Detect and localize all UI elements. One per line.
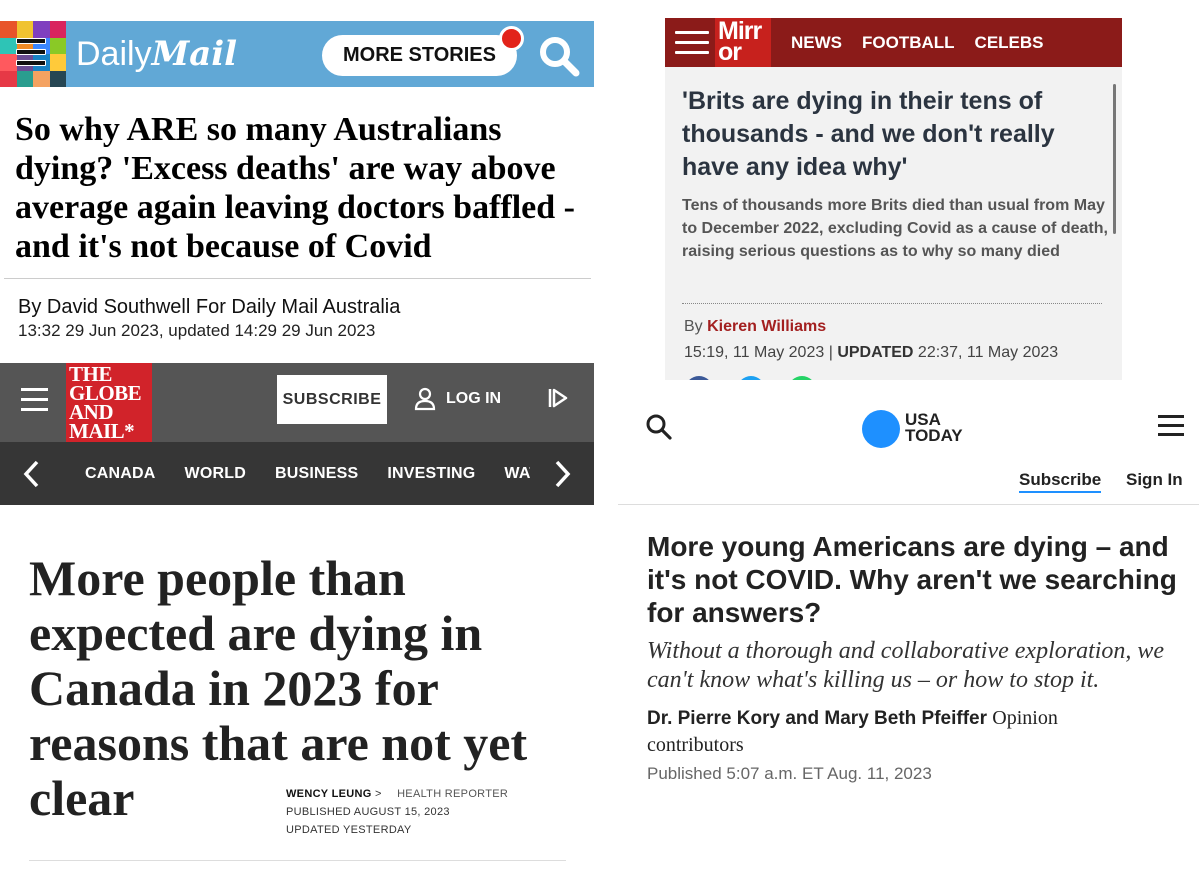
logo-line-2: or — [718, 38, 742, 66]
author-names[interactable]: Dr. Pierre Kory and Mary Beth Pfeiffer — [647, 708, 987, 729]
nav-item-watchlist[interactable]: WATCHL — [504, 465, 530, 483]
article-standfirst: Tens of thousands more Brits died than u… — [682, 197, 1108, 260]
article-meta: WENCY LEUNG > HEALTH REPORTER PUBLISHED … — [286, 785, 508, 839]
article-byline: Dr. Pierre Kory and Mary Beth Pfeiffer O… — [647, 705, 1147, 759]
article-byline: By David Southwell For Daily Mail Austra… — [18, 296, 401, 318]
nav-item-football[interactable]: FOOTBALL — [862, 33, 955, 53]
article-headline: 'Brits are dying in their tens of thousa… — [682, 87, 1055, 181]
published-date: PUBLISHED AUGUST 15, 2023 — [286, 806, 450, 818]
logo-line-2: TODAY — [905, 426, 963, 445]
article-dates: 15:19, 11 May 2023 | UPDATED 22:37, 11 M… — [684, 344, 1058, 362]
author-role: HEALTH REPORTER — [397, 788, 509, 800]
search-icon[interactable] — [646, 414, 672, 440]
nav-item-investing[interactable]: INVESTING — [387, 465, 475, 483]
subscribe-button[interactable]: SUBSCRIBE — [277, 375, 387, 424]
usa-today-article: USA TODAY Subscribe Sign In More young A… — [618, 388, 1199, 871]
more-stories-button[interactable]: MORE STORIES — [322, 35, 517, 76]
published-time: 15:19, 11 May 2023 — [684, 344, 825, 361]
login-button[interactable]: LOG IN — [414, 385, 501, 413]
search-icon[interactable] — [537, 34, 581, 78]
subscribe-link[interactable]: Subscribe — [1019, 470, 1102, 493]
daily-mail-article: DailyMail MORE STORIES So why ARE so man… — [0, 0, 594, 363]
nav-item-world[interactable]: WORLD — [185, 465, 246, 483]
chevron-right-icon[interactable] — [550, 458, 574, 490]
user-icon — [414, 387, 436, 411]
updated-date: UPDATED YESTERDAY — [286, 824, 412, 836]
hamburger-menu-icon[interactable] — [675, 31, 709, 61]
chevron-left-icon[interactable] — [20, 458, 44, 490]
logo-line-4: MAIL* — [69, 419, 135, 443]
mirror-logo[interactable]: Mirr or — [715, 18, 771, 67]
article-dek: Without a thorough and collaborative exp… — [647, 638, 1165, 693]
mirror-header: Mirr or NEWS FOOTBALL CELEBS — [665, 18, 1122, 67]
twitter-share-icon[interactable] — [737, 376, 765, 380]
article-dateline: 13:32 29 Jun 2023, updated 14:29 29 Jun … — [18, 321, 376, 340]
daily-mail-header: DailyMail MORE STORIES — [0, 21, 594, 87]
nav-item-canada[interactable]: CANADA — [85, 465, 156, 483]
nav-item-celebs[interactable]: CELEBS — [975, 33, 1044, 53]
sign-in-link[interactable]: Sign In — [1126, 470, 1183, 490]
date-separator: | — [828, 344, 833, 361]
divider — [29, 860, 566, 861]
audio-play-icon[interactable] — [547, 386, 569, 410]
hamburger-menu-icon[interactable] — [16, 38, 46, 70]
author-chevron-icon: > — [374, 788, 382, 800]
facebook-share-icon[interactable] — [685, 376, 713, 380]
byline-prefix: By — [684, 318, 703, 335]
daily-mail-logo[interactable]: DailyMail — [76, 34, 237, 74]
login-label: LOG IN — [446, 390, 502, 407]
globe-and-mail-article: THE GLOBE AND MAIL* SUBSCRIBE LOG IN CAN… — [0, 363, 594, 871]
author-link[interactable]: Kieren Williams — [707, 318, 826, 335]
author-link[interactable]: WENCY LEUNG — [286, 788, 372, 800]
hamburger-menu-icon[interactable] — [1158, 415, 1184, 442]
article-byline: By Kieren Williams — [684, 318, 826, 336]
divider — [682, 303, 1102, 304]
scrollbar[interactable] — [1113, 84, 1116, 234]
nav-item-news[interactable]: NEWS — [791, 33, 842, 53]
usa-today-logo-circle[interactable] — [862, 410, 900, 448]
divider — [4, 278, 591, 279]
brand-name: Mail — [151, 34, 238, 74]
nav-item-business[interactable]: BUSINESS — [275, 465, 358, 483]
globe-header: THE GLOBE AND MAIL* SUBSCRIBE LOG IN — [0, 363, 594, 442]
published-date: Published 5:07 a.m. ET Aug. 11, 2023 — [647, 764, 932, 783]
article-headline: More young Americans are dying – and it'… — [647, 531, 1177, 628]
hamburger-menu-icon[interactable] — [21, 388, 48, 418]
notification-dot-icon — [499, 26, 524, 51]
updated-label: UPDATED — [837, 344, 914, 361]
article-headline: So why ARE so many Australians dying? 'E… — [15, 111, 575, 265]
mirror-article: Mirr or NEWS FOOTBALL CELEBS 'Brits are … — [665, 18, 1122, 380]
updated-time: 22:37, 11 May 2023 — [917, 344, 1059, 361]
usa-today-logo[interactable]: USA TODAY — [905, 411, 963, 445]
whatsapp-share-icon[interactable] — [788, 376, 816, 380]
mirror-nav: NEWS FOOTBALL CELEBS — [791, 18, 1044, 67]
section-nav: CANADA WORLD BUSINESS INVESTING WATCHL — [0, 442, 594, 505]
divider — [618, 504, 1199, 505]
globe-and-mail-logo[interactable]: THE GLOBE AND MAIL* — [66, 363, 152, 442]
brand-prefix: Daily — [76, 35, 152, 73]
